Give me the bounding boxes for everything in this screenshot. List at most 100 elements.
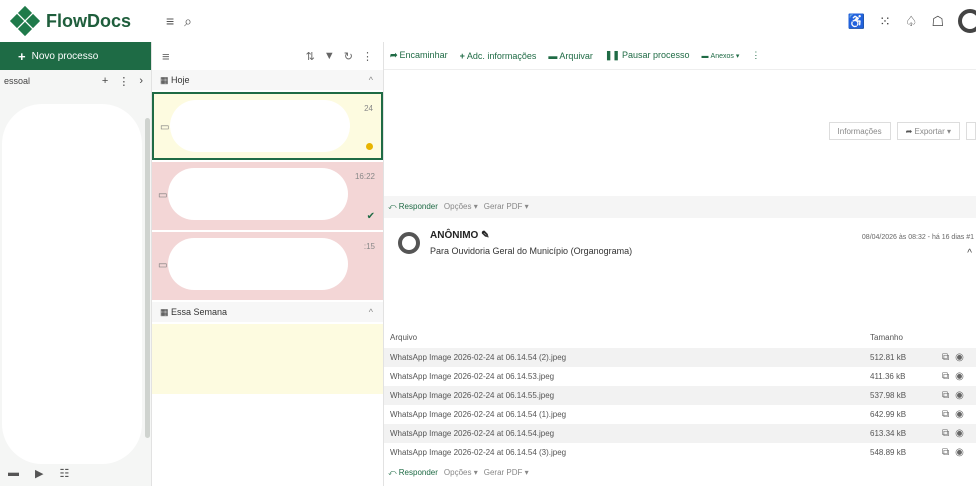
attachment-row[interactable]: WhatsApp Image 2026-02-24 at 06.14.54 (2… bbox=[384, 348, 976, 367]
file-size: 613.34 kB bbox=[870, 429, 907, 438]
accessibility-icon[interactable]: ♿ bbox=[848, 13, 865, 30]
add-info-button[interactable]: + Adc. informações bbox=[460, 51, 537, 61]
file-name[interactable]: WhatsApp Image 2026-02-24 at 06.14.55.jp… bbox=[384, 391, 554, 400]
plus-icon: + bbox=[18, 48, 26, 64]
reply-bar: ⤺ Responder Opções ▾ Gerar PDF ▾ bbox=[388, 468, 976, 478]
attachments-label: Anexos bbox=[710, 52, 734, 60]
logo-icon bbox=[9, 5, 41, 37]
attachment-row[interactable]: WhatsApp Image 2026-02-24 at 06.14.55.jp… bbox=[384, 386, 976, 405]
logo[interactable]: FlowDocs bbox=[9, 5, 152, 37]
sort-date-icon[interactable]: ⇅ bbox=[306, 50, 315, 63]
attachment-row[interactable]: WhatsApp Image 2026-02-24 at 06.14.54 (1… bbox=[384, 405, 976, 424]
folder-section-label: essoal bbox=[4, 76, 31, 86]
add-folder-icon[interactable]: + bbox=[102, 75, 108, 88]
sender-avatar bbox=[398, 232, 420, 254]
new-process-label: Novo processo bbox=[31, 50, 99, 62]
chevron-up-icon[interactable]: ^ bbox=[369, 307, 373, 317]
menu-icon[interactable]: ≡ bbox=[166, 13, 174, 30]
refresh-icon[interactable]: ↻ bbox=[344, 50, 353, 63]
options-label: Opções bbox=[443, 202, 472, 211]
view-icon[interactable]: ◉ bbox=[955, 409, 964, 420]
attachment-row[interactable]: WhatsApp Image 2026-02-24 at 06.14.54.jp… bbox=[384, 424, 976, 443]
pdf-button[interactable]: Gerar PDF ▾ bbox=[484, 468, 529, 478]
view-icon[interactable]: ◉ bbox=[955, 447, 964, 458]
more-icon[interactable]: ⋮ bbox=[118, 75, 129, 88]
attachment-row[interactable]: WhatsApp Image 2026-02-24 at 06.14.54 (3… bbox=[384, 443, 976, 462]
group-header-week[interactable]: ▦ Essa Semana ^ bbox=[152, 302, 383, 322]
open-icon[interactable]: ⧉ bbox=[942, 390, 949, 401]
group-header-today[interactable]: ▦ Hoje ^ bbox=[152, 70, 383, 90]
message-date: 08/04/2026 às 08:32 - há 16 dias #1 bbox=[861, 234, 974, 241]
view-icon[interactable]: ◉ bbox=[955, 371, 964, 382]
open-icon[interactable]: ⧉ bbox=[942, 447, 949, 458]
view-icon[interactable]: ◉ bbox=[955, 428, 964, 439]
col-size: Tamanho bbox=[870, 332, 903, 342]
pdf-button[interactable]: Gerar PDF ▾ bbox=[484, 202, 529, 212]
edit-icon[interactable]: ✎ bbox=[481, 230, 489, 241]
pause-icon: ❚❚ bbox=[604, 50, 620, 60]
bell-icon[interactable]: ♤ bbox=[905, 13, 918, 30]
forward-button[interactable]: ➦ Encaminhar bbox=[390, 50, 448, 61]
open-icon[interactable]: ⧉ bbox=[942, 352, 949, 363]
info-label: Informações bbox=[837, 126, 882, 136]
options-label: Opções bbox=[443, 468, 472, 477]
sidebar: + Novo processo essoal + ⋮ › ▬ ▶ ☷ bbox=[0, 42, 152, 486]
process-list: ≡ ⇅ ▼ ↻ ⋮ ▦ Hoje ^ ▭ 24 ▭ 16:22 ✔ ▭ :15 … bbox=[152, 42, 384, 486]
file-name[interactable]: WhatsApp Image 2026-02-24 at 06.14.54 (2… bbox=[384, 353, 566, 362]
search-icon[interactable]: ⌕ bbox=[184, 13, 192, 30]
folder-user-icon[interactable]: ▶ bbox=[35, 467, 43, 480]
recipient: Para Ouvidoria Geral do Município (Organ… bbox=[430, 246, 633, 256]
info-button[interactable]: Informações bbox=[828, 122, 891, 140]
process-card[interactable] bbox=[152, 324, 383, 394]
more-icon[interactable]: ⋮ bbox=[362, 50, 373, 63]
document-icon: ▭ bbox=[158, 260, 168, 271]
file-name[interactable]: WhatsApp Image 2026-02-24 at 06.14.54 (1… bbox=[384, 410, 566, 419]
process-card[interactable]: ▭ :15 bbox=[152, 232, 383, 300]
reply-button[interactable]: ⤺ Responder bbox=[388, 468, 438, 478]
export-button[interactable]: ➦ Exportar ▾ bbox=[896, 122, 960, 140]
chat-icon[interactable]: ☖ bbox=[931, 13, 944, 30]
apps-icon[interactable]: ⁙ bbox=[879, 13, 891, 30]
reply-button[interactable]: ⤺ Responder bbox=[388, 202, 438, 212]
inbox-icon[interactable]: ▬ bbox=[8, 467, 19, 480]
chevron-up-icon[interactable]: ^ bbox=[967, 248, 972, 259]
attachments-button[interactable]: ▬ Anexos ▾ bbox=[702, 52, 740, 60]
reply-label: Responder bbox=[398, 202, 438, 211]
list-icon[interactable]: ☷ bbox=[59, 467, 69, 480]
file-size: 411.36 kB bbox=[870, 372, 906, 381]
archive-button[interactable]: ▬ Arquivar bbox=[548, 51, 593, 61]
filter-icon[interactable]: ▼ bbox=[324, 50, 335, 62]
chevron-up-icon[interactable]: ^ bbox=[369, 75, 373, 85]
card-time: 24 bbox=[364, 104, 373, 113]
file-name[interactable]: WhatsApp Image 2026-02-24 at 06.14.53.jp… bbox=[384, 372, 554, 381]
view-icon[interactable]: ◉ bbox=[955, 352, 964, 363]
chevron-right-icon[interactable]: › bbox=[139, 75, 143, 88]
pdf-label: Gerar PDF bbox=[483, 202, 523, 211]
open-icon[interactable]: ⧉ bbox=[942, 409, 949, 420]
process-card[interactable]: ▭ 24 bbox=[152, 92, 383, 160]
file-name[interactable]: WhatsApp Image 2026-02-24 at 06.14.54.jp… bbox=[384, 429, 554, 438]
open-icon[interactable]: ⧉ bbox=[942, 428, 949, 439]
file-name[interactable]: WhatsApp Image 2026-02-24 at 06.14.54 (3… bbox=[384, 448, 566, 457]
more-icon[interactable]: ⋮ bbox=[751, 50, 760, 61]
process-card[interactable]: ▭ 16:22 ✔ bbox=[152, 162, 383, 230]
file-size: 548.89 kB bbox=[870, 448, 907, 457]
status-dot bbox=[366, 143, 373, 150]
list-menu-icon[interactable]: ≡ bbox=[162, 49, 170, 64]
attachment-row[interactable]: WhatsApp Image 2026-02-24 at 06.14.53.jp… bbox=[384, 367, 976, 386]
scrollbar[interactable] bbox=[145, 118, 150, 438]
plus-icon: + bbox=[459, 50, 465, 61]
pause-button[interactable]: ❚❚ Pausar processo bbox=[605, 50, 690, 61]
top-bar: FlowDocs ≡ ⌕ ♿ ⁙ ♤ ☖ bbox=[0, 0, 976, 42]
attachments-table: Arquivo Tamanho WhatsApp Image 2026-02-2… bbox=[384, 326, 976, 477]
extra-button[interactable] bbox=[966, 122, 976, 140]
message: ANÔNIMO ✎ Para Ouvidoria Geral do Municí… bbox=[384, 226, 976, 286]
options-button[interactable]: Opções ▾ bbox=[444, 202, 478, 212]
options-button[interactable]: Opções ▾ bbox=[444, 468, 478, 478]
open-icon[interactable]: ⧉ bbox=[942, 371, 949, 382]
export-label: Exportar bbox=[914, 126, 945, 136]
user-avatar[interactable] bbox=[958, 9, 976, 33]
new-process-button[interactable]: + Novo processo bbox=[0, 42, 151, 70]
view-icon[interactable]: ◉ bbox=[955, 390, 964, 401]
pdf-label: Gerar PDF bbox=[483, 468, 523, 477]
